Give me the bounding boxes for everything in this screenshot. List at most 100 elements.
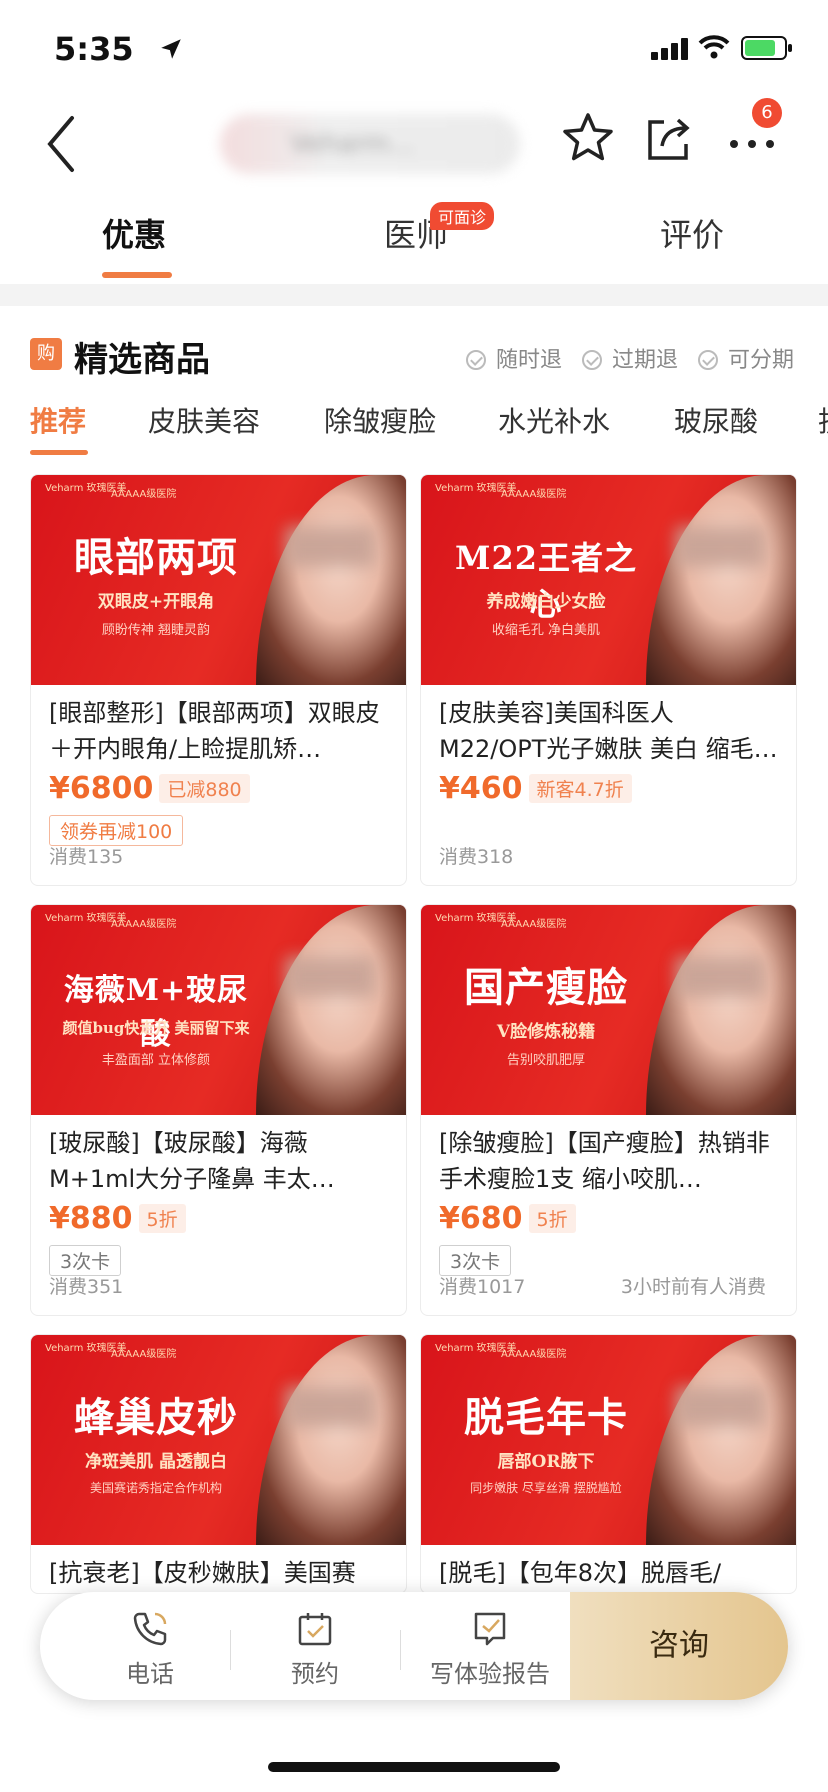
- product-banner: Veharm 玫瑰医美 AAAAA级医院 眼部两项 双眼皮+开眼角 顾盼传神 翘…: [31, 475, 406, 685]
- product-card[interactable]: Veharm 玫瑰医美 AAAAA级医院 脱毛年卡 唇部OR腋下 同步嫩肤 尽享…: [420, 1334, 797, 1594]
- product-card[interactable]: Veharm 玫瑰医美 AAAAA级医院 蜂巢皮秒 净斑美肌 晶透靓白 美国赛诺…: [30, 1334, 407, 1594]
- phone-icon: [133, 1612, 167, 1646]
- favorite-star-icon[interactable]: [560, 110, 616, 166]
- model-photo: [256, 905, 406, 1115]
- banner-tagline: 顾盼传神 翘睫灵韵: [101, 623, 211, 638]
- hospital-grade: AAAAA级医院: [501, 489, 567, 500]
- banner-tagline: 收缩毛孔 净白美肌: [491, 623, 601, 638]
- featured-products-header: 购 精选商品 随时退 过期退 可分期: [0, 306, 828, 386]
- product-card[interactable]: Veharm 玫瑰医美 AAAAA级医院 国产瘦脸 V脸修炼秘籍 告别咬肌肥厚 …: [420, 904, 797, 1316]
- category-hydration[interactable]: 水光补水: [498, 400, 610, 440]
- home-indicator: [268, 1762, 560, 1772]
- product-card[interactable]: Veharm 玫瑰医美 AAAAA级医院 眼部两项 双眼皮+开眼角 顾盼传神 翘…: [30, 474, 407, 886]
- product-banner: Veharm 玫瑰医美 AAAAA级医院 脱毛年卡 唇部OR腋下 同步嫩肤 尽享…: [421, 1335, 796, 1545]
- phone-button[interactable]: 电话: [90, 1592, 210, 1700]
- write-report-label: 写体验报告: [430, 1660, 550, 1688]
- banner-subtitle: 颜值bug快走开 美丽留下来: [62, 1019, 250, 1037]
- assurance-refund-expired: 过期退: [582, 342, 678, 374]
- product-card[interactable]: Veharm 玫瑰医美 AAAAA级医院 海薇M+玻尿酸 颜值bug快走开 美丽…: [30, 904, 407, 1316]
- shop-name-text: Veharm…: [290, 129, 416, 159]
- category-skin-beauty[interactable]: 皮肤美容: [148, 400, 260, 440]
- hospital-grade: AAAAA级医院: [501, 1349, 567, 1360]
- notification-badge: 6: [752, 98, 782, 128]
- recent-purchase: 3小时前有人消费: [620, 1276, 766, 1298]
- location-arrow-icon: [161, 39, 181, 59]
- product-banner: Veharm 玫瑰医美 AAAAA级医院 国产瘦脸 V脸修炼秘籍 告别咬肌肥厚: [421, 905, 796, 1115]
- battery-icon: [741, 36, 792, 60]
- action-divider: [230, 1630, 231, 1670]
- book-button[interactable]: 预约: [250, 1592, 380, 1700]
- book-label: 预约: [291, 1660, 339, 1688]
- status-bar: 5:35: [0, 0, 828, 96]
- category-wrinkle-face[interactable]: 除皱瘦脸: [324, 400, 436, 440]
- discount-badge: 已减880: [159, 774, 250, 803]
- banner-tagline: 同步嫩肤 尽享丝滑 摆脱尴尬: [470, 1481, 622, 1495]
- banner-title: 脱毛年卡: [464, 1394, 628, 1441]
- model-photo: [256, 1335, 406, 1545]
- hospital-grade: AAAAA级医院: [111, 489, 177, 500]
- tab-reviews[interactable]: 评价: [660, 210, 724, 256]
- banner-title: 蜂巢皮秒: [74, 1394, 238, 1441]
- cellular-signal-icon: [651, 38, 688, 60]
- banner-tagline: 丰盈面部 立体修颜: [101, 1053, 211, 1068]
- status-time: 5:35: [54, 30, 134, 68]
- product-title: [玻尿酸]【玻尿酸】海薇M+1ml大分子隆鼻 丰太…: [49, 1129, 335, 1193]
- sales-count: 消费351: [49, 1276, 124, 1298]
- banner-title: 国产瘦脸: [464, 964, 628, 1011]
- product-price: ¥680: [439, 1201, 523, 1236]
- sales-count: 消费318: [439, 846, 514, 868]
- shop-name-blurred: Veharm…: [220, 114, 520, 174]
- back-icon[interactable]: [40, 108, 90, 178]
- product-banner: Veharm 玫瑰医美 AAAAA级医院 M22王者之心 养成嫩白少女脸 收缩毛…: [421, 475, 796, 685]
- top-tabs: 优惠 医师 可面诊 评价: [0, 194, 828, 284]
- product-title: [眼部整形]【眼部两项】双眼皮＋开内眼角/上睑提肌矫…: [49, 699, 380, 763]
- assurance-installment: 可分期: [698, 342, 794, 374]
- banner-subtitle: 养成嫩白少女脸: [486, 592, 606, 612]
- banner-subtitle: 唇部OR腋下: [497, 1452, 595, 1472]
- discount-badge: 新客4.7折: [528, 774, 632, 803]
- active-tab-indicator: [102, 272, 172, 278]
- product-price: ¥880: [49, 1201, 133, 1236]
- sales-count: 消费1017: [439, 1276, 526, 1298]
- hospital-grade: AAAAA级医院: [111, 919, 177, 930]
- write-report-button[interactable]: 写体验报告: [410, 1592, 570, 1700]
- discount-badge: 5折: [138, 1204, 186, 1233]
- category-tabs: 推荐 皮肤美容 除皱瘦脸 水光补水 玻尿酸 抗: [0, 392, 828, 462]
- banner-subtitle: 双眼皮+开眼角: [97, 592, 215, 612]
- banner-title: 眼部两项: [74, 534, 238, 581]
- model-photo: [256, 475, 406, 685]
- model-photo: [646, 1335, 796, 1545]
- check-circle-icon: [698, 350, 718, 370]
- product-title: [除皱瘦脸]【国产瘦脸】热销非手术瘦脸1支 缩小咬肌…: [439, 1129, 770, 1193]
- banner-title: 海薇M+玻尿酸: [63, 973, 249, 1052]
- banner-tagline: 美国赛诺秀指定合作机构: [89, 1481, 222, 1495]
- model-photo: [646, 905, 796, 1115]
- product-title: [皮肤美容]美国科医人M22/OPT光子嫩肤 美白 缩毛…: [439, 699, 778, 763]
- tab-discount[interactable]: 优惠: [102, 210, 166, 256]
- category-recommended[interactable]: 推荐: [30, 400, 86, 440]
- consult-available-badge: 可面诊: [430, 202, 495, 230]
- category-more[interactable]: 抗: [818, 400, 828, 440]
- check-circle-icon: [466, 350, 486, 370]
- category-hyaluronic[interactable]: 玻尿酸: [674, 400, 758, 440]
- section-divider: [0, 284, 828, 306]
- discount-badge: 5折: [528, 1204, 576, 1233]
- banner-subtitle: V脸修炼秘籍: [496, 1022, 596, 1042]
- share-icon[interactable]: [640, 110, 696, 166]
- product-banner: Veharm 玫瑰医美 AAAAA级医院 海薇M+玻尿酸 颜值bug快走开 美丽…: [31, 905, 406, 1115]
- wifi-icon: [698, 35, 730, 59]
- product-card[interactable]: Veharm 玫瑰医美 AAAAA级医院 M22王者之心 养成嫩白少女脸 收缩毛…: [420, 474, 797, 886]
- buy-icon: 购: [30, 338, 62, 370]
- model-photo: [646, 475, 796, 685]
- bottom-action-bar: 电话 预约 写体验报告 咨询: [40, 1592, 788, 1700]
- write-report-icon: [474, 1612, 506, 1646]
- nav-bar: Veharm…: [0, 96, 828, 194]
- consult-button[interactable]: 咨询: [570, 1592, 788, 1700]
- section-title: 精选商品: [74, 340, 210, 380]
- category-indicator: [30, 450, 88, 455]
- action-divider: [400, 1630, 401, 1670]
- hospital-grade: AAAAA级医院: [111, 1349, 177, 1360]
- product-title: [抗衰老]【皮秒嫩肤】美国赛: [49, 1559, 356, 1587]
- hospital-grade: AAAAA级医院: [501, 919, 567, 930]
- check-circle-icon: [582, 350, 602, 370]
